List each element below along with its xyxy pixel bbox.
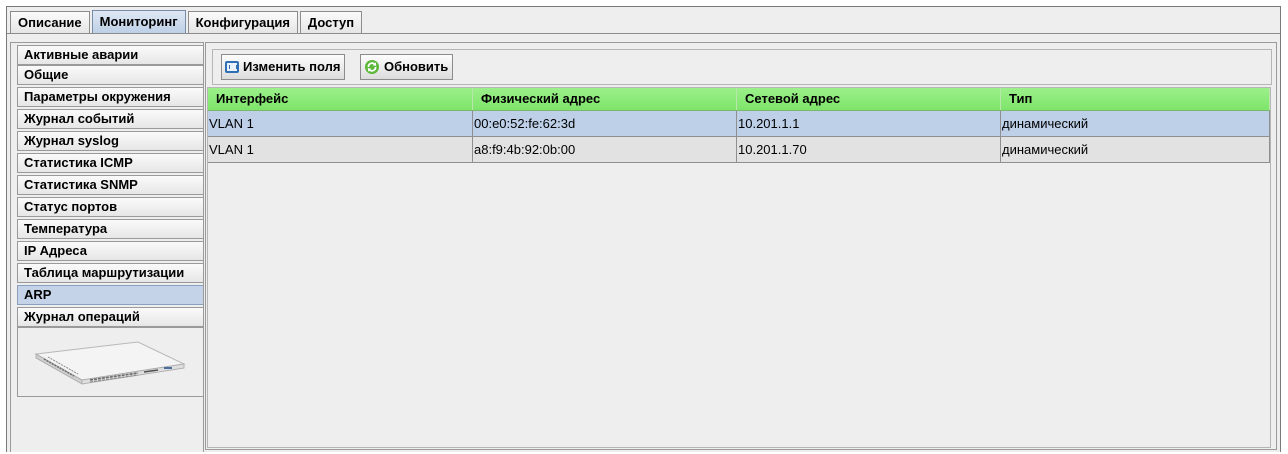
cell-interface: VLAN 1 [208, 137, 473, 163]
sidebar-item-icmp-stats[interactable]: Статистика ICMP [17, 153, 203, 173]
tab-configuration[interactable]: Конфигурация [187, 11, 298, 34]
column-header-interface[interactable]: Интерфейс [208, 88, 473, 110]
sidebar-item-syslog[interactable]: Журнал syslog [17, 131, 203, 151]
edit-fields-button[interactable]: Изменить поля [221, 54, 346, 80]
cell-ip-address: 10.201.1.1 [737, 111, 1001, 137]
refresh-button[interactable]: Обновить [360, 54, 454, 80]
sidebar-item-snmp-stats[interactable]: Статистика SNMP [17, 175, 203, 195]
sidebar-item-routing-table[interactable]: Таблица маршрутизации [17, 263, 203, 283]
main-panel: Изменить поля Обновить Интерфейс Физичес… [205, 42, 1277, 450]
cell-mac-address: 00:e0:52:fe:62:3d [473, 111, 737, 137]
device-image-panel [17, 327, 203, 397]
sidebar-item-event-log[interactable]: Журнал событий [17, 109, 203, 129]
sidebar-item-arp[interactable]: ARP [17, 285, 203, 305]
tab-description[interactable]: Описание [10, 11, 90, 34]
sidebar-item-environment[interactable]: Параметры окружения [17, 87, 203, 107]
sidebar-item-ip-addresses[interactable]: IP Адреса [17, 241, 203, 261]
sidebar-item-operations-log[interactable]: Журнал операций [17, 307, 203, 327]
sidebar-item-temperature[interactable]: Температура [17, 219, 203, 239]
cell-mac-address: a8:f9:4b:92:0b:00 [473, 137, 737, 163]
columns-icon [225, 61, 239, 73]
column-header-mac-address[interactable]: Физический адрес [473, 88, 737, 110]
network-switch-image [34, 341, 186, 385]
tab-divider [7, 33, 1280, 34]
cell-type: динамический [1001, 111, 1270, 137]
sidebar-item-active-alarms[interactable]: Активные аварии [17, 45, 203, 65]
sidebar: Активные аварии Общие Параметры окружени… [10, 42, 204, 452]
column-header-ip-address[interactable]: Сетевой адрес [737, 88, 1001, 110]
table-row[interactable]: VLAN 1 00:e0:52:fe:62:3d 10.201.1.1 дина… [208, 111, 1270, 137]
column-header-type[interactable]: Тип [1001, 88, 1270, 110]
sidebar-item-port-status[interactable]: Статус портов [17, 197, 203, 217]
tab-access[interactable]: Доступ [299, 11, 363, 34]
toolbar: Изменить поля Обновить [212, 49, 1272, 85]
cell-interface: VLAN 1 [208, 111, 473, 137]
cell-type: динамический [1001, 137, 1270, 163]
edit-fields-label: Изменить поля [243, 59, 341, 74]
refresh-icon [365, 60, 379, 74]
cell-ip-address: 10.201.1.70 [737, 137, 1001, 163]
refresh-label: Обновить [384, 59, 449, 74]
sidebar-item-general[interactable]: Общие [17, 65, 203, 85]
arp-table: Интерфейс Физический адрес Сетевой адрес… [207, 87, 1271, 448]
tab-monitoring[interactable]: Мониторинг [91, 10, 186, 34]
table-row[interactable]: VLAN 1 a8:f9:4b:92:0b:00 10.201.1.70 дин… [208, 137, 1270, 163]
table-header: Интерфейс Физический адрес Сетевой адрес… [208, 88, 1270, 111]
top-tabs: Описание Мониторинг Конфигурация Доступ [10, 10, 364, 34]
